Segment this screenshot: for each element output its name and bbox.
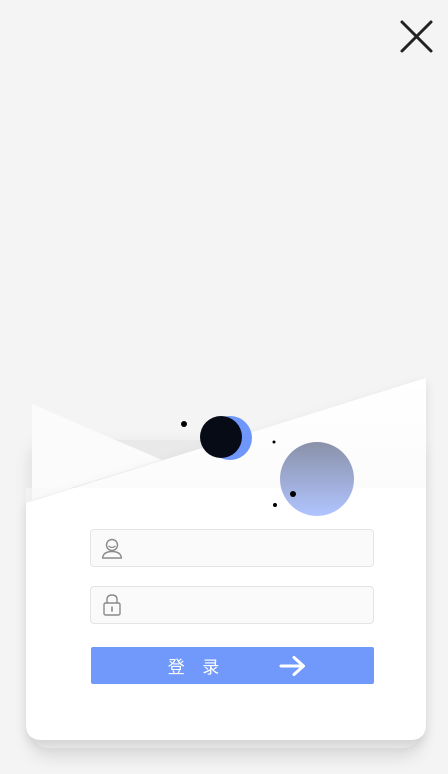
- password-input[interactable]: [132, 586, 373, 624]
- password-field[interactable]: [90, 586, 374, 624]
- user-icon: [101, 538, 123, 559]
- close-icon: [400, 20, 433, 53]
- arrow-right-icon: [279, 655, 306, 676]
- username-field[interactable]: [90, 529, 374, 567]
- login-button-label: 登 录: [167, 658, 226, 678]
- dot: [181, 421, 187, 427]
- close-button[interactable]: [396, 16, 438, 58]
- lock-icon: [103, 594, 121, 616]
- username-input[interactable]: [132, 529, 373, 567]
- login-button[interactable]: 登 录: [91, 647, 374, 684]
